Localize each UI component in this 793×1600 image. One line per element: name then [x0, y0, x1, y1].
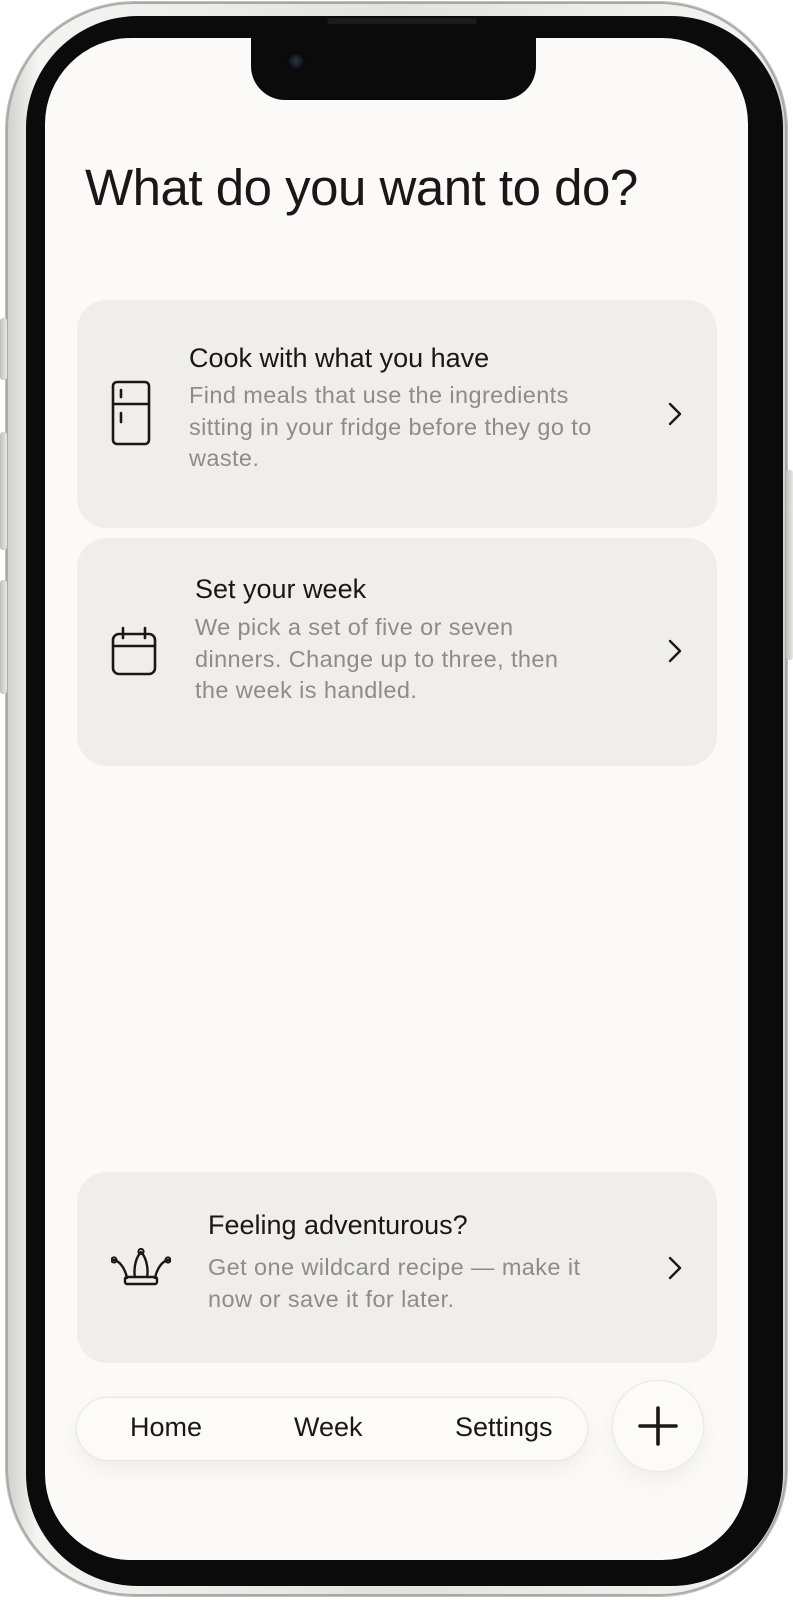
tab-home[interactable]: Home [130, 1412, 202, 1443]
chevron-right-icon [664, 399, 684, 429]
chevron-right-icon [664, 1253, 684, 1283]
card-title: Set your week [195, 574, 367, 604]
feeling-adventurous-card[interactable]: Feeling adventurous? Get one wildcard re… [77, 1172, 717, 1363]
plus-icon [638, 1406, 678, 1451]
cook-with-what-you-have-card[interactable]: Cook with what you have Find meals that … [77, 300, 717, 528]
volume-down-button [0, 580, 7, 694]
card-title: Cook with what you have [189, 343, 490, 373]
dynamic-notch [251, 38, 536, 100]
tab-week[interactable]: Week [294, 1412, 363, 1443]
chevron-right-icon [664, 636, 684, 666]
action-button [0, 318, 7, 380]
card-description: Get one wildcard recipe — make it now or… [208, 1254, 581, 1312]
add-button[interactable] [613, 1381, 703, 1471]
page-title: What do you want to do? [85, 159, 638, 216]
card-description: We pick a set of five or seven dinners. … [195, 614, 559, 703]
card-description: Find meals that use the ingredients sitt… [189, 382, 592, 471]
tab-settings[interactable]: Settings [455, 1412, 553, 1443]
card-title: Feeling adventurous? [208, 1210, 468, 1240]
front-camera [287, 52, 305, 70]
fridge-icon [111, 380, 151, 451]
jester-hat-icon [110, 1247, 172, 1291]
tab-bar: Home Week Settings [77, 1398, 587, 1460]
power-button [786, 470, 793, 660]
set-your-week-card[interactable]: Set your week We pick a set of five or s… [77, 538, 717, 766]
speaker-grille [327, 18, 477, 24]
app-screen: What do you want to do? Cook with what y… [45, 38, 748, 1560]
calendar-icon [111, 626, 157, 681]
volume-up-button [0, 432, 7, 550]
